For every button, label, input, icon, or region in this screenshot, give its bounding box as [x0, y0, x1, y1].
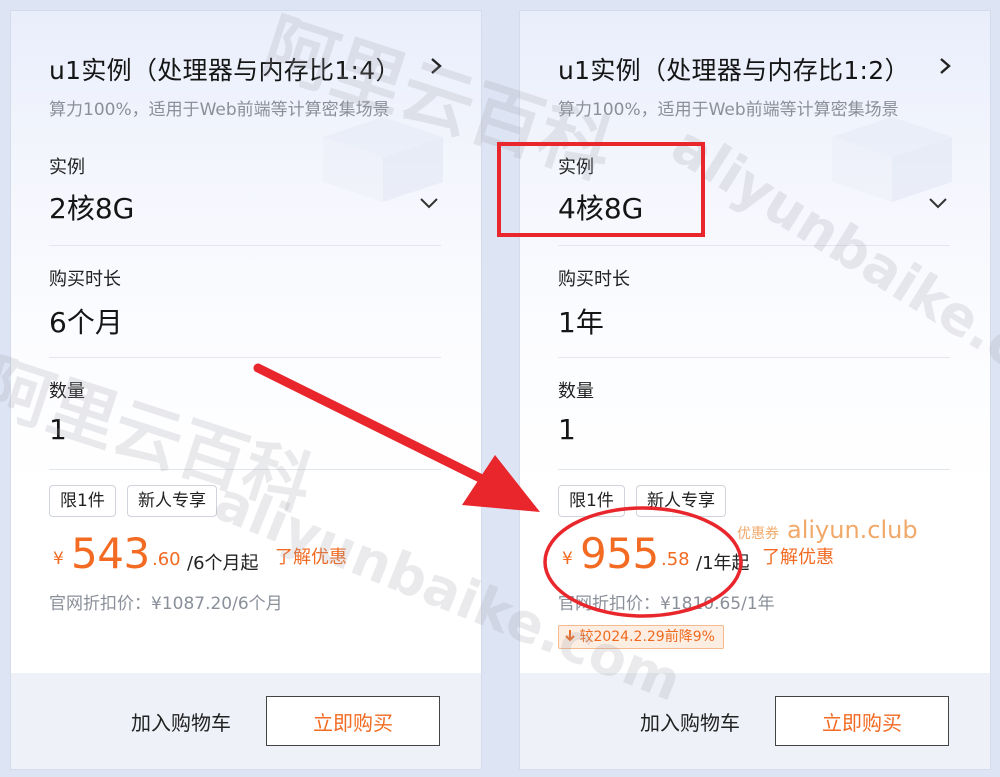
- quantity-label: 数量: [49, 381, 85, 402]
- instance-select-value[interactable]: 4核8G: [558, 187, 643, 227]
- tag-new-user: 新人专享: [636, 485, 726, 517]
- quantity-value[interactable]: 1: [49, 413, 67, 446]
- price-integer: 955: [580, 529, 659, 578]
- chevron-down-icon[interactable]: [926, 191, 950, 215]
- price-currency: ¥: [562, 549, 573, 569]
- instance-label: 实例: [49, 157, 85, 178]
- tag-limit: 限1件: [49, 485, 116, 517]
- card-subtitle: 算力100%，适用于Web前端等计算密集场景: [49, 100, 390, 120]
- quantity-value[interactable]: 1: [558, 413, 576, 446]
- buy-now-button[interactable]: 立即购买: [775, 696, 949, 746]
- divider: [558, 469, 950, 470]
- product-card-u1-1to2: u1实例（处理器与内存比1:2） 算力100%，适用于Web前端等计算密集场景 …: [519, 10, 991, 770]
- duration-value[interactable]: 1年: [558, 301, 604, 341]
- divider: [49, 469, 441, 470]
- instance-label: 实例: [558, 157, 594, 178]
- instance-select-value[interactable]: 2核8G: [49, 187, 134, 227]
- chevron-right-icon[interactable]: [425, 55, 447, 77]
- product-card-u1-1to4: u1实例（处理器与内存比1:4） 算力100%，适用于Web前端等计算密集场景 …: [10, 10, 482, 770]
- price-integer: 543: [71, 529, 150, 578]
- divider: [558, 245, 950, 246]
- chevron-down-icon[interactable]: [417, 191, 441, 215]
- divider: [49, 357, 441, 358]
- page: u1实例（处理器与内存比1:4） 算力100%，适用于Web前端等计算密集场景 …: [0, 0, 1000, 777]
- price-unit: /1年起: [696, 553, 750, 574]
- learn-discount-link[interactable]: 了解优惠: [762, 543, 834, 569]
- price-decimal: .58: [661, 549, 690, 570]
- arrow-down-icon: [565, 630, 575, 642]
- add-to-cart-button[interactable]: 加入购物车: [131, 707, 231, 736]
- price-currency: ¥: [53, 549, 64, 569]
- quantity-label: 数量: [558, 381, 594, 402]
- price-decimal: .60: [152, 549, 181, 570]
- official-price: 官网折扣价：¥1087.20/6个月: [49, 594, 283, 614]
- official-price: 官网折扣价：¥1810.65/1年: [558, 594, 775, 614]
- learn-discount-link[interactable]: 了解优惠: [275, 543, 347, 569]
- card-title: u1实例（处理器与内存比1:2）: [558, 56, 910, 85]
- buy-now-button[interactable]: 立即购买: [266, 696, 440, 746]
- price-drop-badge: 较2024.2.29前降9%: [558, 625, 724, 649]
- tag-new-user: 新人专享: [127, 485, 217, 517]
- duration-value[interactable]: 6个月: [49, 301, 123, 341]
- divider: [558, 357, 950, 358]
- card-title: u1实例（处理器与内存比1:4）: [49, 56, 401, 85]
- chevron-right-icon[interactable]: [934, 55, 956, 77]
- tag-limit: 限1件: [558, 485, 625, 517]
- duration-label: 购买时长: [558, 269, 630, 290]
- price-unit: /6个月起: [187, 553, 259, 574]
- card-subtitle: 算力100%，适用于Web前端等计算密集场景: [558, 100, 899, 120]
- duration-label: 购买时长: [49, 269, 121, 290]
- add-to-cart-button[interactable]: 加入购物车: [640, 707, 740, 736]
- price-drop-text: 较2024.2.29前降9%: [579, 629, 715, 645]
- divider: [49, 245, 441, 246]
